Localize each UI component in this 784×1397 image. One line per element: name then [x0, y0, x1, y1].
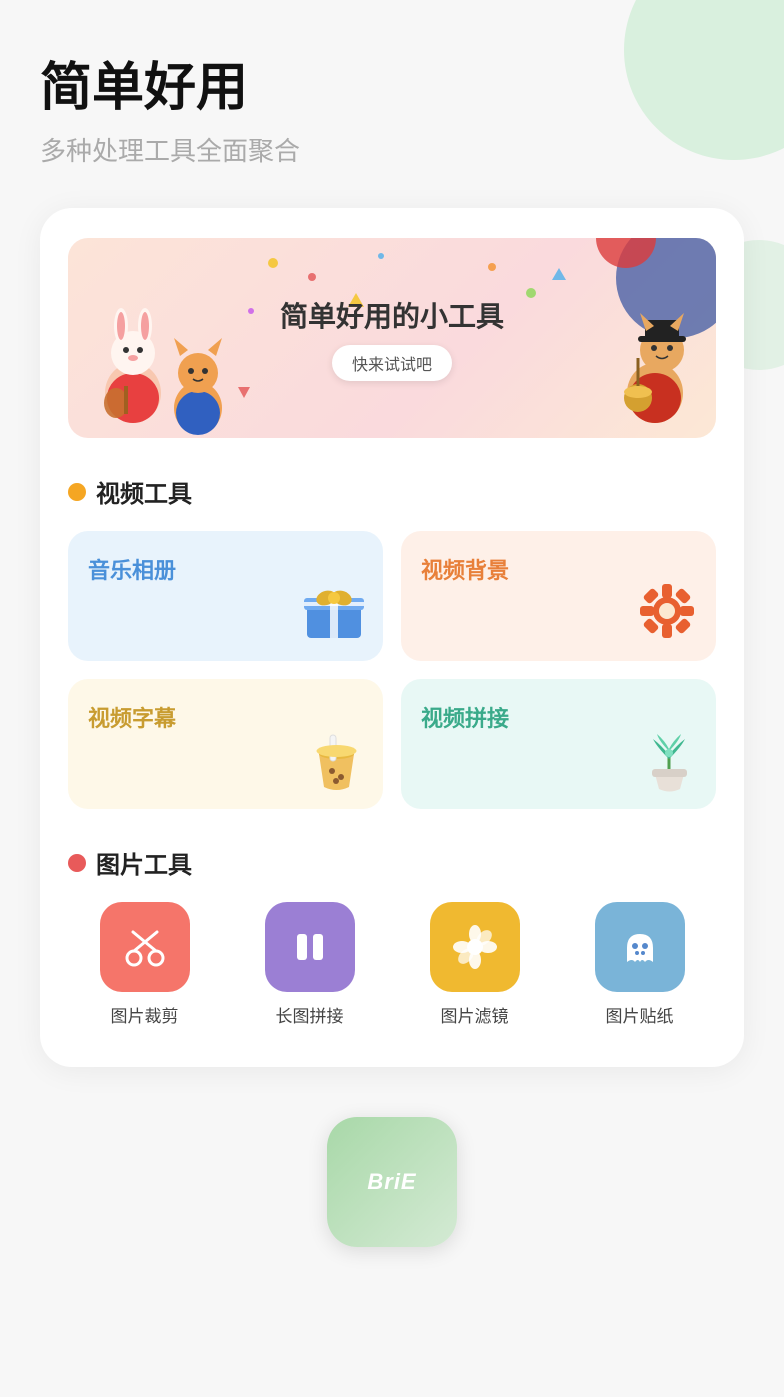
gift-icon — [299, 576, 369, 651]
tool-music-album[interactable]: 音乐相册 — [68, 531, 383, 661]
tool-long-splice-label: 长图拼接 — [276, 1002, 344, 1027]
flower-icon-bg — [430, 902, 520, 992]
plant-icon — [637, 729, 702, 799]
gear-icon — [632, 576, 702, 651]
image-section-dot — [68, 854, 86, 872]
video-section-title: 视频工具 — [96, 474, 192, 509]
cup-icon — [304, 729, 369, 799]
tool-video-subtitle[interactable]: 视频字幕 — [68, 679, 383, 809]
tool-long-splice[interactable]: 长图拼接 — [233, 902, 386, 1027]
hero-title: 简单好用 — [40, 60, 744, 117]
tool-img-filter[interactable]: 图片滤镜 — [398, 902, 551, 1027]
pause-icon-bg — [265, 902, 355, 992]
banner-button[interactable]: 快来试试吧 — [332, 345, 452, 381]
tool-img-filter-label: 图片滤镜 — [441, 1002, 509, 1027]
image-section-title: 图片工具 — [96, 845, 192, 880]
video-tools-grid: 音乐相册 — [68, 531, 716, 809]
video-section-header: 视频工具 — [68, 474, 716, 509]
banner-text-area: 简单好用的小工具 快来试试吧 — [280, 295, 504, 381]
tool-img-crop[interactable]: 图片裁剪 — [68, 902, 221, 1027]
hero-subtitle: 多种处理工具全面聚合 — [40, 131, 744, 168]
cat-figure — [610, 298, 700, 428]
banner[interactable]: 简单好用的小工具 快来试试吧 — [68, 238, 716, 438]
logo-text: BriE — [367, 1169, 416, 1195]
image-section-header: 图片工具 — [68, 845, 716, 880]
scissors-icon-bg — [100, 902, 190, 992]
tool-video-splice[interactable]: 视频拼接 — [401, 679, 716, 809]
main-card: 简单好用的小工具 快来试试吧 视频工具 音乐相册 — [40, 208, 744, 1067]
tool-img-crop-label: 图片裁剪 — [111, 1002, 179, 1027]
tool-img-sticker-label: 图片贴纸 — [606, 1002, 674, 1027]
banner-title: 简单好用的小工具 — [280, 295, 504, 335]
bottom-logo-area: BriE — [40, 1067, 744, 1267]
app-logo: BriE — [327, 1117, 457, 1247]
video-section-dot — [68, 483, 86, 501]
tool-img-sticker[interactable]: 图片贴纸 — [563, 902, 716, 1027]
tool-video-bg[interactable]: 视频背景 — [401, 531, 716, 661]
ghost-icon-bg — [595, 902, 685, 992]
image-tools-grid: 图片裁剪 长图拼接 — [68, 902, 716, 1027]
mid-cat-figure — [158, 328, 238, 438]
